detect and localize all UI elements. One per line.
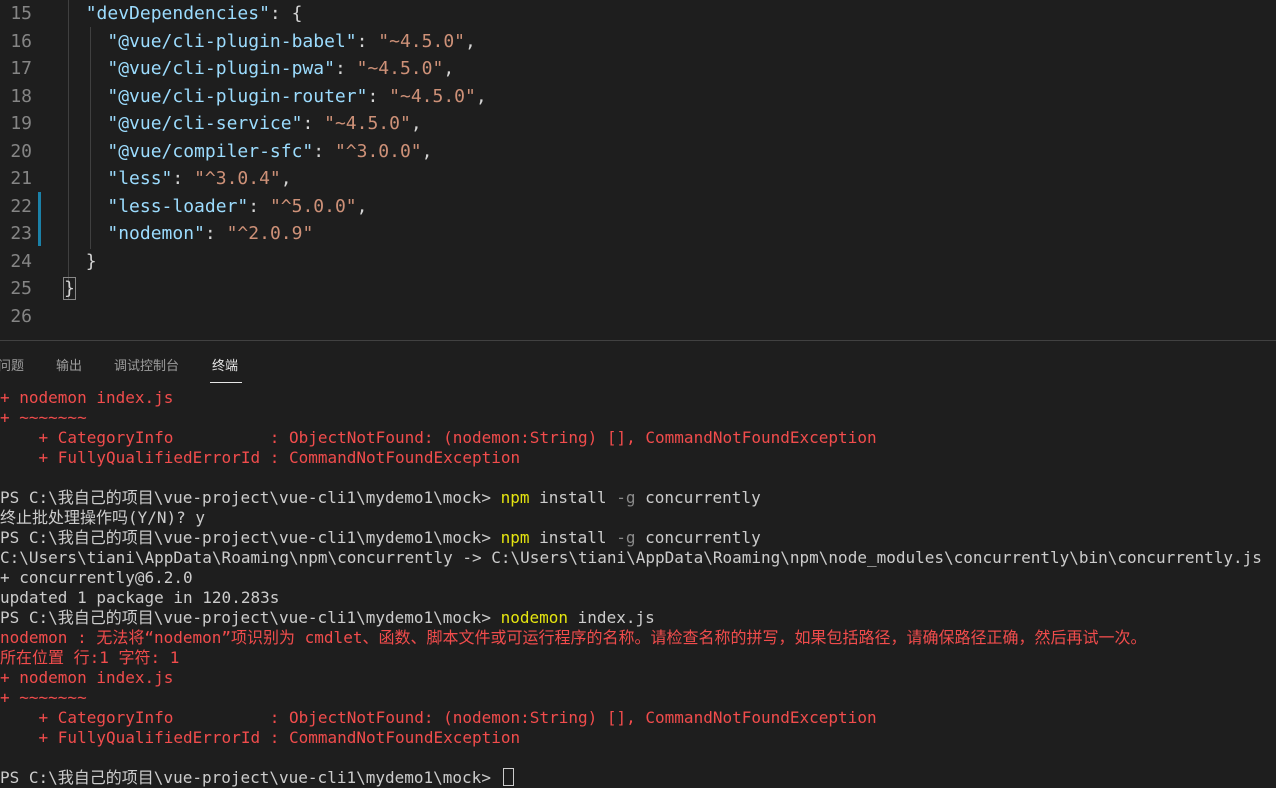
terminal-line: PS C:\我自己的项目\vue-project\vue-cli1\mydemo…	[0, 488, 761, 507]
tab-output[interactable]: 输出	[56, 355, 82, 374]
code-line: 18 "@vue/cli-plugin-router": "~4.5.0",	[0, 83, 1276, 110]
code-text: "@vue/compiler-sfc": "^3.0.0",	[107, 140, 433, 162]
terminal-prompt-line[interactable]: PS C:\我自己的项目\vue-project\vue-cli1\mydemo…	[0, 768, 1276, 788]
tab-terminal[interactable]: 终端	[212, 355, 238, 374]
active-tab-indicator	[210, 382, 242, 383]
terminal-line: + nodemon index.js	[0, 388, 174, 407]
tab-debug-console[interactable]: 调试控制台	[114, 355, 179, 374]
terminal-line: + CategoryInfo : ObjectNotFound: (nodemo…	[0, 428, 877, 447]
terminal-line: PS C:\我自己的项目\vue-project\vue-cli1\mydemo…	[0, 528, 761, 547]
line-number: 23	[10, 223, 32, 244]
code-line: 24 }	[0, 248, 1276, 275]
terminal-line: + nodemon index.js	[0, 668, 174, 687]
line-number: 24	[10, 250, 32, 272]
line-number: 20	[10, 140, 32, 162]
terminal-line: + FullyQualifiedErrorId : CommandNotFoun…	[0, 728, 521, 747]
code-editor[interactable]: 15 "devDependencies": {16 "@vue/cli-plug…	[0, 0, 1276, 340]
bottom-panel: 问题 输出 调试控制台 终端 + nodemon index.js + ~~~~…	[0, 340, 1276, 787]
code-line: 21 "less": "^3.0.4",	[0, 165, 1276, 192]
line-number: 22	[10, 195, 32, 217]
code-text: "@vue/cli-service": "~4.5.0",	[107, 113, 422, 134]
terminal-line: + concurrently@6.2.0	[0, 568, 193, 587]
line-number: 19	[10, 113, 32, 134]
code-text: }	[85, 250, 97, 272]
terminal-line: + FullyQualifiedErrorId : CommandNotFoun…	[0, 448, 521, 467]
code-line: 15 "devDependencies": {	[0, 0, 1276, 27]
line-number: 25	[10, 278, 32, 299]
code-line: 17 "@vue/cli-plugin-pwa": "~4.5.0",	[0, 55, 1276, 82]
line-number: 16	[10, 30, 32, 52]
terminal-line: PS C:\我自己的项目\vue-project\vue-cli1\mydemo…	[0, 608, 655, 627]
terminal-line: 所在位置 行:1 字符: 1	[0, 648, 180, 667]
code-line: 25}	[0, 275, 1276, 302]
line-number: 18	[10, 85, 32, 107]
code-text: "less": "^3.0.4",	[107, 168, 292, 189]
code-text: "less-loader": "^5.0.0",	[107, 195, 368, 217]
code-text: "@vue/cli-plugin-router": "~4.5.0",	[107, 85, 487, 107]
code-line: 20 "@vue/compiler-sfc": "^3.0.0",	[0, 138, 1276, 165]
code-text: "@vue/cli-plugin-babel": "~4.5.0",	[107, 30, 476, 52]
line-number: 26	[10, 305, 32, 327]
terminal-line: + CategoryInfo : ObjectNotFound: (nodemo…	[0, 708, 877, 727]
tab-problems[interactable]: 问题	[0, 355, 24, 374]
terminal-line: + ~~~~~~~	[0, 408, 87, 427]
line-number: 17	[10, 58, 32, 79]
code-text: "@vue/cli-plugin-pwa": "~4.5.0",	[107, 58, 455, 79]
terminal-cursor	[502, 768, 514, 786]
terminal-line: updated 1 package in 120.283s	[0, 588, 280, 607]
line-number: 21	[10, 168, 32, 189]
line-number: 15	[10, 3, 32, 24]
code-line: 26	[0, 303, 1276, 330]
code-text: "nodemon": "^2.0.9"	[107, 223, 314, 244]
terminal-line: C:\Users\tiani\AppData\Roaming\npm\concu…	[0, 548, 1262, 567]
panel-tabs: 问题 输出 调试控制台 终端	[0, 341, 1276, 385]
code-text: }	[63, 277, 76, 300]
code-line: 16 "@vue/cli-plugin-babel": "~4.5.0",	[0, 28, 1276, 55]
code-line: 23 "nodemon": "^2.0.9"	[0, 220, 1276, 247]
code-line: 19 "@vue/cli-service": "~4.5.0",	[0, 110, 1276, 137]
code-text: "devDependencies": {	[85, 3, 303, 24]
code-line: 22 "less-loader": "^5.0.0",	[0, 193, 1276, 220]
terminal-line: 终止批处理操作吗(Y/N)? y	[0, 508, 206, 527]
terminal-line: nodemon : 无法将“nodemon”项识别为 cmdlet、函数、脚本文…	[0, 628, 1147, 647]
terminal-line: + ~~~~~~~	[0, 688, 87, 707]
